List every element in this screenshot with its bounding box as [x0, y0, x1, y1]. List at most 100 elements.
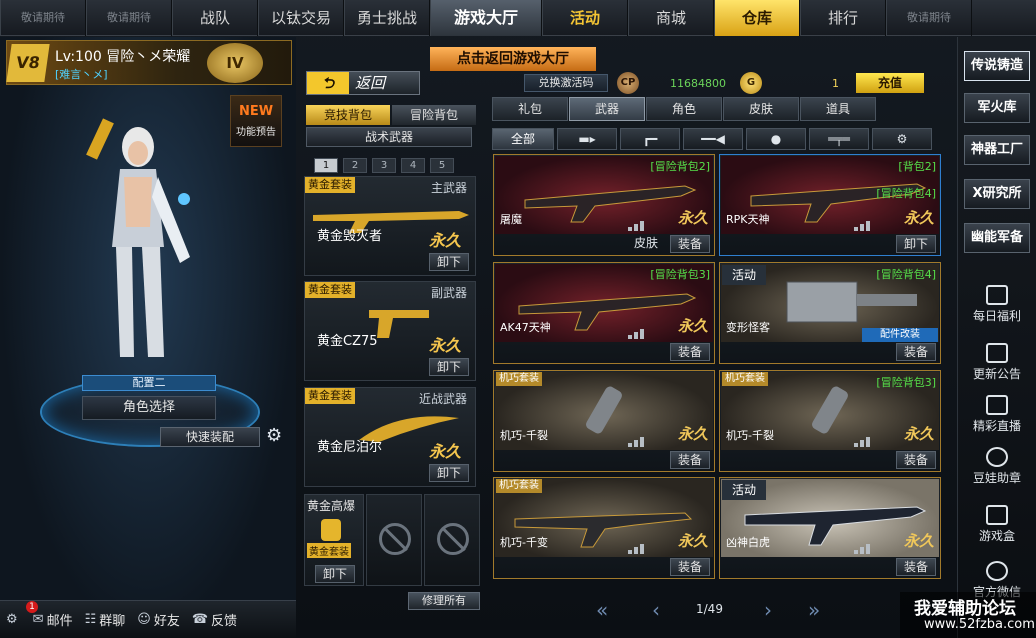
gear-icon: ⚙: [6, 612, 18, 627]
player-level-name: Lv:100 冒险丶メ荣耀: [55, 49, 191, 65]
grenade-slot[interactable]: 黄金高爆 黄金套装 卸下: [304, 494, 364, 586]
skin-button[interactable]: 皮肤: [626, 235, 666, 253]
weapon-card[interactable]: 机巧套装 机巧-千变 永久 装备: [493, 477, 715, 579]
back-button[interactable]: ⮌ 返回: [306, 71, 420, 95]
nav-tab-trade[interactable]: 以钛交易: [258, 0, 344, 36]
melee-weapon-slot[interactable]: 黄金套装 近战武器 黄金尼泊尔 永久 卸下: [304, 387, 476, 487]
update-notice-button[interactable]: 更新公告: [964, 343, 1030, 382]
weapon-card[interactable]: [冒险背包2] 屠魔 永久 皮肤 装备: [493, 154, 715, 256]
nav-tab-coming-3[interactable]: 敬请期待: [886, 0, 972, 36]
filter-knife[interactable]: ━━◀: [683, 128, 743, 150]
tab-gift[interactable]: 礼包: [492, 97, 568, 121]
equip-button[interactable]: 装备: [670, 558, 710, 576]
blocked-icon: [437, 523, 469, 555]
filter-sniper[interactable]: ═╤═: [809, 128, 869, 150]
player-card[interactable]: V8 Lv:100 冒险丶メ荣耀 [难言丶メ] IV: [6, 40, 292, 85]
rifle-icon: ▬▸: [578, 132, 596, 146]
tab-competitive-bag[interactable]: 竞技背包: [306, 105, 390, 125]
equip-button[interactable]: 装备: [670, 343, 710, 361]
bag-page-4[interactable]: 4: [401, 158, 425, 173]
vip-badge: V8: [6, 44, 50, 82]
live-stream-button[interactable]: 精彩直播: [964, 395, 1030, 434]
legend-forge-button[interactable]: 传说铸造: [964, 51, 1030, 81]
nav-tab-ranking[interactable]: 排行: [800, 0, 886, 36]
return-hall-button[interactable]: 点击返回游戏大厅: [430, 47, 596, 71]
filter-settings[interactable]: ⚙: [872, 128, 932, 150]
weapon-card[interactable]: 机巧套装 机巧-千裂 永久 装备: [493, 370, 715, 472]
gold-set-tag: 黄金套装: [307, 543, 351, 558]
weapon-card[interactable]: 活动 [冒险背包4] 变形怪客 配件改装 装备: [719, 262, 941, 364]
feature-preview-label: 功能预告: [236, 127, 276, 138]
nav-tab-activity[interactable]: 活动: [542, 0, 628, 36]
filter-all[interactable]: 全部: [492, 128, 554, 150]
artifact-factory-button[interactable]: 神器工厂: [964, 135, 1030, 165]
primary-weapon-slot[interactable]: 黄金套装 主武器 黄金毁灭者 永久 卸下: [304, 176, 476, 276]
weapon-card[interactable]: 机巧套装 [冒险背包3] 机巧-千裂 永久 装备: [719, 370, 941, 472]
attachment-mod-button[interactable]: 配件改装: [862, 328, 938, 342]
settings-button[interactable]: ⚙: [6, 612, 21, 627]
update-notice-label: 更新公告: [972, 367, 1021, 381]
tab-character[interactable]: 角色: [646, 97, 722, 121]
mail-button[interactable]: ✉ 邮件: [33, 610, 73, 629]
unequip-button[interactable]: 卸下: [429, 253, 469, 271]
equip-button[interactable]: 装备: [896, 558, 936, 576]
unequip-button[interactable]: 卸下: [315, 565, 355, 583]
group-chat-button[interactable]: ☷ 群聊: [85, 610, 126, 629]
tab-adventure-bag[interactable]: 冒险背包: [392, 105, 476, 125]
phantom-arsenal-button[interactable]: 幽能军备: [964, 223, 1030, 253]
back-label: 返回: [355, 74, 386, 92]
filter-grenade[interactable]: ●: [746, 128, 806, 150]
gear-icon[interactable]: ⚙: [266, 425, 282, 446]
nav-tab-coming-1[interactable]: 敬请期待: [0, 0, 86, 36]
watermark-url: www.52fzba.com: [924, 617, 1035, 632]
bag-page-3[interactable]: 3: [372, 158, 396, 173]
unequip-button[interactable]: 卸下: [429, 464, 469, 482]
nav-tab-coming-2[interactable]: 敬请期待: [86, 0, 172, 36]
equip-button[interactable]: 装备: [896, 451, 936, 469]
feedback-button[interactable]: ☎ 反馈: [192, 610, 237, 629]
weapon-card[interactable]: 活动 凶神白虎 永久 装备: [719, 477, 941, 579]
weapon-card[interactable]: [冒险背包3] AK47天神 永久 装备: [493, 262, 715, 364]
gear-icon: ⚙: [896, 132, 908, 146]
unequip-button[interactable]: 卸下: [896, 235, 936, 253]
filter-pistol[interactable]: ┏━: [620, 128, 680, 150]
x-lab-button[interactable]: X研究所: [964, 179, 1030, 209]
next-page-icon[interactable]: ›: [764, 598, 772, 622]
nav-tab-clan[interactable]: 战队: [172, 0, 258, 36]
tab-weapon[interactable]: 武器: [569, 97, 645, 121]
nav-tab-game-hall[interactable]: 游戏大厅: [430, 0, 542, 36]
loadout-config-label[interactable]: 配置二: [82, 375, 216, 391]
nav-tab-warehouse[interactable]: 仓库: [714, 0, 800, 36]
equip-button[interactable]: 装备: [670, 235, 710, 253]
weapon-card[interactable]: [背包2] [冒险背包4] RPK天神 永久 卸下: [719, 154, 941, 256]
redeem-code-button[interactable]: 兑换激活码: [524, 74, 608, 92]
prev-page-icon[interactable]: ‹: [652, 598, 660, 622]
tactical-weapon-button[interactable]: 战术武器: [306, 127, 472, 147]
recharge-button[interactable]: 充值: [856, 73, 924, 93]
feature-preview-button[interactable]: NEW 功能预告: [230, 95, 282, 147]
weapon-name: 机巧-千裂: [500, 429, 548, 442]
secondary-weapon-slot[interactable]: 黄金套装 副武器 黄金CZ75 永久 卸下: [304, 281, 476, 381]
armory-button[interactable]: 军火库: [964, 93, 1030, 123]
last-page-icon[interactable]: »: [808, 598, 820, 622]
unequip-button[interactable]: 卸下: [429, 358, 469, 376]
game-box-button[interactable]: 游戏盒: [964, 505, 1030, 544]
role-select-button[interactable]: 角色选择: [82, 396, 216, 420]
friends-button[interactable]: ☺ 好友: [137, 610, 180, 629]
tab-skin[interactable]: 皮肤: [723, 97, 799, 121]
bag-page-5[interactable]: 5: [430, 158, 454, 173]
quick-equip-button[interactable]: 快速装配: [160, 427, 260, 447]
filter-rifle[interactable]: ▬▸: [557, 128, 617, 150]
assistant-button[interactable]: 豆娃助章: [964, 447, 1030, 486]
bag-page-1[interactable]: 1: [314, 158, 338, 173]
nav-tab-shop[interactable]: 商城: [628, 0, 714, 36]
nav-tab-challenge[interactable]: 勇士挑战: [344, 0, 430, 36]
weapon-name: 屠魔: [500, 213, 522, 226]
equip-button[interactable]: 装备: [896, 343, 936, 361]
first-page-icon[interactable]: «: [596, 598, 608, 622]
bag-page-2[interactable]: 2: [343, 158, 367, 173]
daily-welfare-button[interactable]: 每日福利: [964, 285, 1030, 324]
repair-all-button[interactable]: 修理所有: [408, 592, 480, 610]
tab-item[interactable]: 道具: [800, 97, 876, 121]
equip-button[interactable]: 装备: [670, 451, 710, 469]
